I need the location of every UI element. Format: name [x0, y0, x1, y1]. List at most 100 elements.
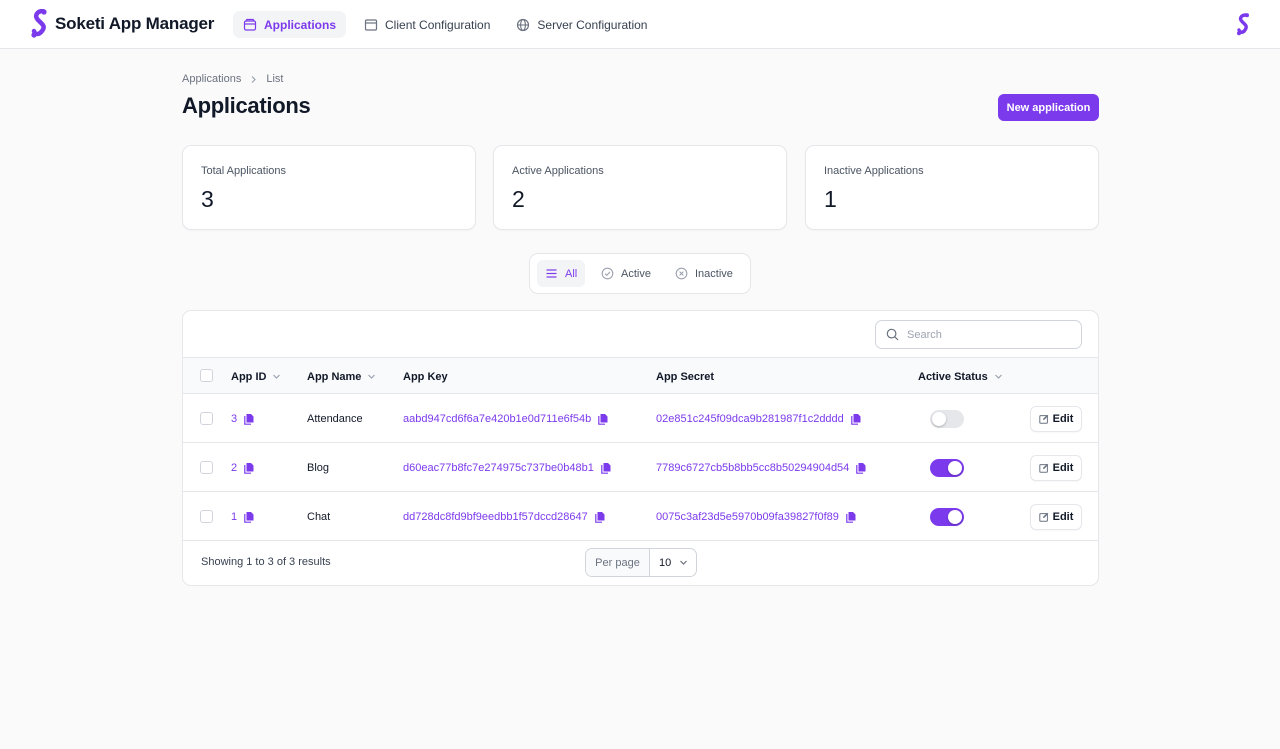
breadcrumb-applications[interactable]: Applications	[182, 73, 241, 85]
search-box[interactable]	[875, 320, 1082, 349]
edit-label: Edit	[1052, 413, 1074, 425]
copy-icon[interactable]	[594, 511, 606, 523]
new-application-button[interactable]: New application	[998, 94, 1099, 121]
column-label: Active Status	[918, 370, 988, 383]
app-id-link[interactable]: 3	[231, 413, 237, 425]
soketi-logo-icon	[31, 9, 47, 38]
app-id-cell: 2	[231, 443, 255, 492]
row-checkbox[interactable]	[200, 510, 213, 523]
app-name: Soketi App Manager	[55, 14, 215, 33]
nav-client-configuration-label: Client Configuration	[385, 17, 491, 32]
app-id-link[interactable]: 1	[231, 511, 237, 523]
copy-icon[interactable]	[850, 413, 862, 425]
active-status-toggle[interactable]	[930, 410, 964, 428]
table-row: 3 Attendance aabd947cd6f6a7e420b1e0d711e…	[183, 394, 1098, 443]
app-key-value: aabd947cd6f6a7e420b1e0d711e6f54b	[403, 412, 592, 425]
nav-applications[interactable]: Applications	[233, 11, 347, 38]
column-app-id[interactable]: App ID	[231, 358, 281, 395]
breadcrumb: Applications List	[182, 73, 283, 85]
edit-icon	[1038, 463, 1048, 473]
stat-value: 2	[512, 186, 525, 212]
per-page-select[interactable]: Per page 10	[585, 548, 697, 577]
edit-button[interactable]: Edit	[1030, 406, 1082, 432]
app-id-link[interactable]: 2	[231, 462, 237, 474]
app-secret-value: 0075c3af23d5e5970b09fa39827f0f89	[656, 510, 839, 523]
nav-client-configuration[interactable]: Client Configuration	[354, 11, 500, 38]
row-checkbox[interactable]	[200, 461, 213, 474]
filter-active[interactable]: Active	[593, 260, 659, 287]
soketi-logo-icon[interactable]	[1236, 13, 1250, 36]
edit-label: Edit	[1052, 511, 1074, 523]
copy-icon[interactable]	[600, 462, 612, 474]
nav-applications-label: Applications	[264, 17, 337, 32]
toggle-knob	[948, 461, 962, 475]
copy-icon[interactable]	[845, 511, 857, 523]
select-all-checkbox[interactable]	[200, 369, 213, 382]
brand[interactable]: Soketi App Manager	[30, 9, 214, 39]
edit-button[interactable]: Edit	[1030, 504, 1082, 530]
nav-server-configuration[interactable]: Server Configuration	[506, 11, 657, 38]
search-icon	[886, 328, 899, 341]
filter-inactive[interactable]: Inactive	[667, 260, 741, 287]
per-page-value[interactable]: 10	[650, 557, 696, 569]
toggle-knob	[948, 510, 962, 524]
search-input[interactable]	[907, 328, 1067, 341]
edit-button[interactable]: Edit	[1030, 455, 1082, 481]
x-circle-icon	[675, 267, 688, 280]
chevron-down-icon	[680, 560, 688, 565]
app-window-icon	[243, 18, 257, 31]
stat-inactive-applications: Inactive Applications 1	[805, 145, 1099, 230]
active-status-toggle[interactable]	[930, 508, 964, 526]
copy-icon[interactable]	[855, 462, 867, 474]
filter-all-label: All	[565, 267, 578, 280]
app-secret-value: 7789c6727cb5b8bb5cc8b50294904d54	[656, 461, 850, 474]
check-circle-icon	[601, 267, 614, 280]
stat-label: Total Applications	[201, 165, 286, 177]
chevron-down-icon	[368, 374, 376, 379]
table-header: App ID App Name App Key App Secret Activ…	[183, 357, 1098, 395]
copy-icon[interactable]	[243, 462, 255, 474]
app-key-cell: aabd947cd6f6a7e420b1e0d711e6f54b	[403, 394, 609, 443]
app-key-value: dd728dc8fd9bf9eedbb1f57dccd28647	[403, 510, 588, 523]
applications-table-card: App ID App Name App Key App Secret Activ…	[182, 310, 1099, 586]
active-status-toggle[interactable]	[930, 459, 964, 477]
copy-icon[interactable]	[243, 413, 255, 425]
chevron-right-icon	[251, 75, 257, 83]
copy-icon[interactable]	[243, 511, 255, 523]
column-label: App Secret	[656, 370, 715, 383]
app-secret-cell: 7789c6727cb5b8bb5cc8b50294904d54	[656, 443, 867, 492]
results-summary: Showing 1 to 3 of 3 results	[201, 556, 331, 568]
chevron-down-icon	[273, 374, 281, 379]
toggle-knob	[932, 412, 946, 426]
column-active-status[interactable]: Active Status	[918, 358, 1003, 395]
globe-icon	[517, 18, 530, 31]
app-name-cell: Blog	[307, 461, 330, 474]
app-secret-cell: 02e851c245f09dca9b281987f1c2dddd	[656, 394, 862, 443]
stat-value: 3	[201, 186, 214, 212]
copy-icon[interactable]	[597, 413, 609, 425]
nav-server-configuration-label: Server Configuration	[537, 17, 648, 32]
column-app-key: App Key	[403, 358, 448, 395]
filter-all[interactable]: All	[537, 260, 586, 287]
app-key-value: d60eac77b8fc7e274975c737be0b48b1	[403, 461, 594, 474]
stat-value: 1	[824, 186, 837, 212]
row-checkbox[interactable]	[200, 412, 213, 425]
browser-window-icon	[364, 18, 378, 31]
edit-icon	[1038, 414, 1048, 424]
top-navigation-bar: Soketi App Manager Applications Client C…	[0, 0, 1280, 49]
filter-active-label: Active	[621, 267, 651, 280]
column-label: App Key	[403, 370, 448, 383]
column-app-name[interactable]: App Name	[307, 358, 376, 395]
page-title: Applications	[182, 93, 311, 118]
stat-active-applications: Active Applications 2	[493, 145, 787, 230]
app-id-cell: 1	[231, 492, 255, 541]
app-name-cell: Attendance	[307, 412, 363, 425]
app-name-cell: Chat	[307, 510, 331, 523]
table-row: 1 Chat dd728dc8fd9bf9eedbb1f57dccd28647 …	[183, 492, 1098, 541]
edit-label: Edit	[1052, 462, 1074, 474]
table-row: 2 Blog d60eac77b8fc7e274975c737be0b48b1 …	[183, 443, 1098, 492]
per-page-label: Per page	[586, 549, 650, 576]
edit-icon	[1038, 512, 1048, 522]
stat-label: Inactive Applications	[824, 165, 924, 177]
column-label: App ID	[231, 370, 267, 383]
